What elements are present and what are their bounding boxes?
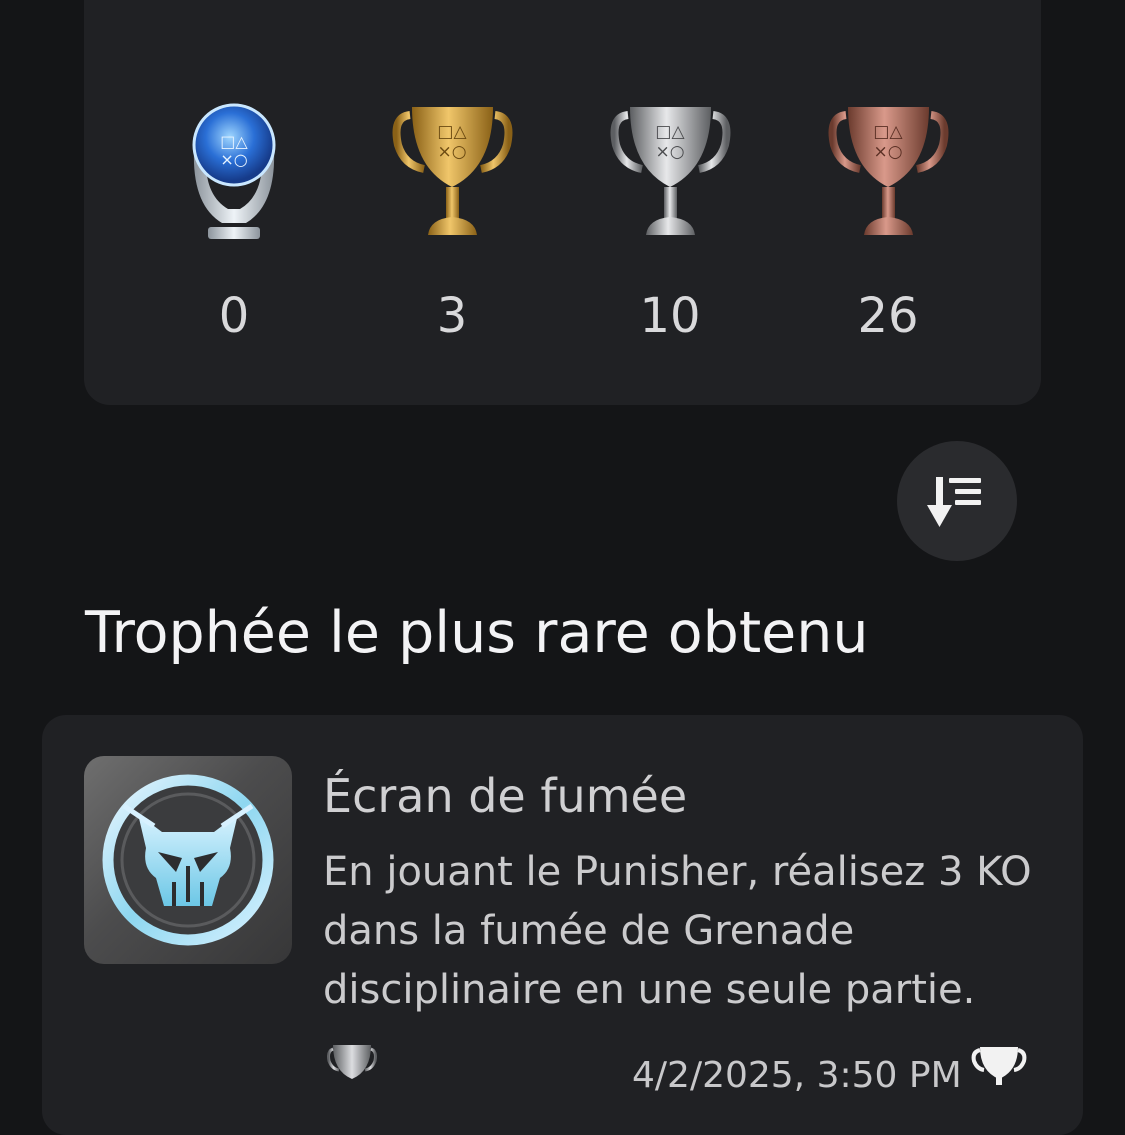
trophy-name: Écran de fumée [323,769,688,823]
svg-text:×○: ×○ [437,142,466,162]
trophy-image [84,756,292,964]
silver-grade-icon [327,1045,377,1079]
sort-button[interactable] [897,441,1017,561]
svg-text:□△: □△ [873,122,903,142]
platinum-count: 0 [218,288,250,344]
svg-text:□△: □△ [655,122,685,142]
bronze-trophy-group: □△ ×○ 26 [808,95,968,344]
gold-trophy-icon: □△ ×○ [392,107,512,235]
earned-date: 4/2/2025, 3:50 PM [632,1055,962,1096]
svg-text:×○: ×○ [655,142,684,162]
rarest-trophy-heading: Trophée le plus rare obtenu [85,600,869,666]
platinum-trophy-group: □△ ×○ 0 [154,95,314,344]
silver-count: 10 [639,288,701,344]
trophy-earned-icon [971,1047,1027,1085]
gold-count: 3 [436,288,468,344]
bronze-trophy-icon: □△ ×○ [828,107,948,235]
bronze-count: 26 [857,288,919,344]
trophy-summary-card: □△ ×○ 0 □△ ×○ 3 □△ ×○ 10 □△ ×○ 26 [84,0,1041,405]
platinum-trophy-icon: □△ ×○ [192,103,276,239]
trophy-description: En jouant le Punisher, réalisez 3 KO dan… [323,849,1032,1013]
sort-descending-icon [927,477,981,527]
gold-trophy-group: □△ ×○ 3 [372,95,532,344]
silver-trophy-group: □△ ×○ 10 [590,95,750,344]
svg-text:×○: ×○ [220,150,247,169]
svg-text:□△: □△ [220,132,248,151]
punisher-skull-emblem-icon [102,774,274,946]
rarest-trophy-card[interactable]: Écran de fumée En jouant le Punisher, ré… [42,715,1083,1135]
svg-text:□△: □△ [437,122,467,142]
silver-trophy-icon: □△ ×○ [610,107,730,235]
svg-text:×○: ×○ [873,142,902,162]
